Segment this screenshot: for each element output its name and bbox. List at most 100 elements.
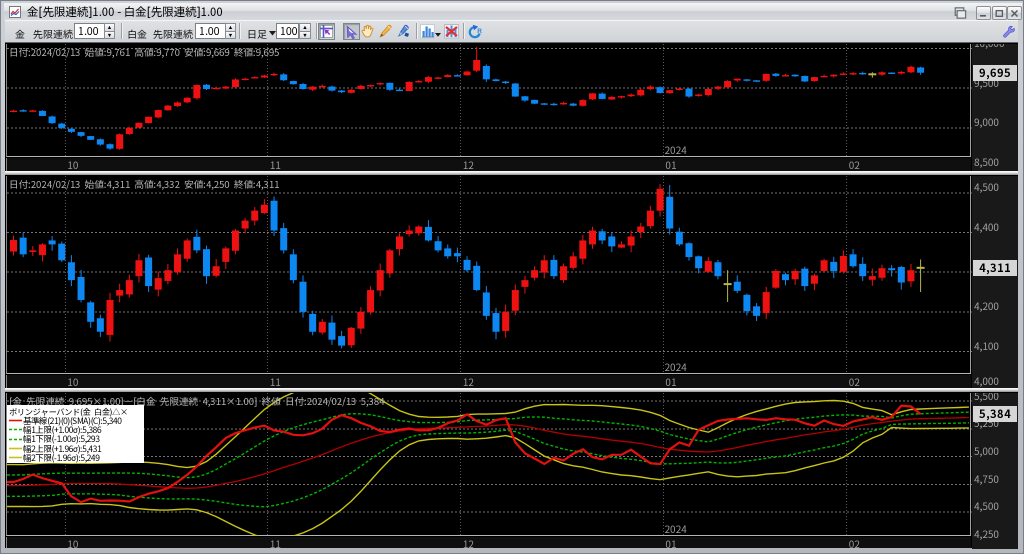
window-title: 金[先限連続]1.00 - 白金[先限連続]1.00 xyxy=(27,3,223,20)
toolbar-separator xyxy=(121,23,122,39)
maximize-icon xyxy=(995,9,1004,17)
toolbar-separator xyxy=(316,23,317,39)
last-price-badge-gold: 9,695 xyxy=(973,64,1017,81)
axis-label: 4,500 xyxy=(974,498,999,514)
last-price-badge-platinum: 4,311 xyxy=(973,259,1017,276)
axis-label: 5,000 xyxy=(974,443,999,459)
wrench-icon xyxy=(1003,25,1015,38)
month-label: 10 xyxy=(67,536,79,551)
spin-down-icon[interactable]: ▼ xyxy=(104,31,115,39)
month-label: 02 xyxy=(848,536,860,551)
panel-info-gold: 日付:2024/02/13 始値:9,761 高値:9,770 安値:9,669… xyxy=(9,44,280,59)
month-label: 12 xyxy=(462,536,474,551)
svg-text:R: R xyxy=(477,28,482,35)
minimize-icon xyxy=(980,14,986,17)
instrument2-label: 白金 xyxy=(127,26,147,41)
month-label: 10 xyxy=(67,157,79,172)
panel-plot-platinum[interactable]: 2024 日付:2024/02/13 始値:4,311 高値:4,332 安値:4… xyxy=(6,176,972,374)
last-price-badge-spread: 5,384 xyxy=(973,406,1017,423)
bar-chart-icon xyxy=(420,24,435,39)
legend-swatch-icon xyxy=(9,429,22,431)
month-axis-gold: 10 11 12 01 02 xyxy=(6,158,971,171)
app-window: {"window":{"title":"金[先限連続]1.00 - 白金[先限連… xyxy=(0,0,1024,554)
axis-label: 4,250 xyxy=(974,526,999,542)
panel-info-platinum: 日付:2024/02/13 始値:4,311 高値:4,332 安値:4,250… xyxy=(9,176,280,191)
period-dropdown-arrow-icon[interactable] xyxy=(269,31,276,36)
value-axis-gold: 10,0009,5009,0008,5009,695 xyxy=(972,44,1018,172)
month-label: 02 xyxy=(848,157,860,172)
minimize-button[interactable] xyxy=(976,6,991,20)
period-dropdown-label[interactable]: 日足 xyxy=(247,26,267,41)
legend-swatch-icon xyxy=(9,457,22,459)
settings-wrench-icon[interactable] xyxy=(1000,23,1017,40)
close-icon xyxy=(1010,9,1019,17)
legend-swatch-icon xyxy=(9,447,22,450)
legend-swatch-icon xyxy=(9,438,22,441)
hand-tool-button[interactable] xyxy=(359,23,376,40)
toolbar-separator xyxy=(239,23,240,39)
instrument1-multiplier-spinner[interactable]: ▲ ▼ xyxy=(104,23,115,39)
instrument1-series-label: 先限連続 xyxy=(33,26,73,41)
value-axis-spread: 5,500 5,250 5,000 4,750 4,500 4,250 5,384 xyxy=(972,393,1018,549)
year-label: 2024 xyxy=(664,521,687,536)
crosshair-mode-button[interactable] xyxy=(318,23,335,40)
month-axis-spread: 10 11 12 01 02 xyxy=(6,536,971,551)
axis-label: 4,750 xyxy=(974,470,999,486)
instrument1-multiplier-input[interactable] xyxy=(74,23,105,39)
axis-label: 4,400 xyxy=(974,218,999,234)
cursor-tool-button[interactable] xyxy=(343,23,360,40)
toolbar: 金 先限連続 ▲▼ 白金 先限連続 ▲▼ 日足 ▲▼ xyxy=(5,20,1018,43)
chart-type-dropdown-arrow-icon[interactable] xyxy=(435,33,441,37)
refresh-icon: R xyxy=(468,24,482,38)
instrument2-multiplier-spinner[interactable]: ▲ ▼ xyxy=(225,23,236,39)
plot-canvas-spread xyxy=(7,393,972,536)
bar-count-input[interactable] xyxy=(276,23,299,39)
instrument2-series-label: 先限連続 xyxy=(153,26,193,41)
chart-window-icon xyxy=(9,5,21,18)
month-label: 01 xyxy=(665,157,677,172)
bollinger-legend[interactable]: ボリンジャーバンド(金 白金)△× 基準線(21)(0)(SMA)(C):5,34… xyxy=(7,405,144,464)
axis-label: 10,000 xyxy=(974,44,1005,48)
month-label: 01 xyxy=(665,536,677,551)
axis-label: 4,000 xyxy=(974,373,999,388)
pencil-icon xyxy=(379,24,392,38)
chart-area[interactable]: 2024 日付:2024/02/13 始値:9,761 高値:9,770 安値:9… xyxy=(5,43,1018,551)
maximize-button[interactable] xyxy=(992,6,1007,20)
panel-plot-spread[interactable]: 2024 [金 先限連続 9,695×1.00]－[白金 先限連続 4,311×1… xyxy=(6,393,972,536)
panel-plot-gold[interactable]: 2024 日付:2024/02/13 始値:9,761 高値:9,770 安値:9… xyxy=(6,44,972,157)
close-button[interactable] xyxy=(1007,6,1022,20)
month-label: 02 xyxy=(848,374,860,389)
toolbar-separator xyxy=(416,23,417,39)
instrument2-multiplier-input[interactable] xyxy=(195,23,226,39)
chart-delete-icon xyxy=(444,24,459,39)
legend-swatch-icon xyxy=(9,419,22,422)
spin-down-icon[interactable]: ▼ xyxy=(299,31,311,39)
marker-pen-icon xyxy=(397,24,409,37)
month-label: 11 xyxy=(269,374,281,389)
month-label: 01 xyxy=(665,374,677,389)
chart-type-button[interactable] xyxy=(419,23,436,40)
month-label: 11 xyxy=(269,157,281,172)
pencil-tool-button[interactable] xyxy=(377,23,394,40)
remove-chart-button[interactable] xyxy=(443,23,460,40)
spin-down-icon[interactable]: ▼ xyxy=(225,31,236,39)
month-axis-platinum: 10 11 12 01 02 xyxy=(6,375,971,388)
bar-count-spinner[interactable]: ▲ ▼ xyxy=(299,23,311,39)
instrument1-label: 金 xyxy=(15,26,25,41)
refresh-button[interactable]: R xyxy=(466,23,483,40)
cascade-windows-icon[interactable] xyxy=(952,6,967,20)
month-label: 12 xyxy=(462,157,474,172)
panel-separator xyxy=(5,388,1018,392)
month-label: 12 xyxy=(462,374,474,389)
axis-label: 4,100 xyxy=(974,338,999,354)
year-label: 2024 xyxy=(664,359,687,374)
axis-label: 4,200 xyxy=(974,298,999,314)
window-frame: 金[先限連続]1.00 - 白金[先限連続]1.00 金 先限連続 ▲▼ 白金 … xyxy=(0,0,1024,554)
plot-canvas-gold xyxy=(7,44,972,157)
year-label: 2024 xyxy=(664,142,687,157)
month-label: 11 xyxy=(269,536,281,551)
axis-label: 9,000 xyxy=(974,114,999,130)
marker-tool-button[interactable] xyxy=(394,23,411,40)
titlebar[interactable]: 金[先限連続]1.00 - 白金[先限連続]1.00 xyxy=(4,3,1022,20)
crosshair-mode-icon xyxy=(320,25,333,38)
